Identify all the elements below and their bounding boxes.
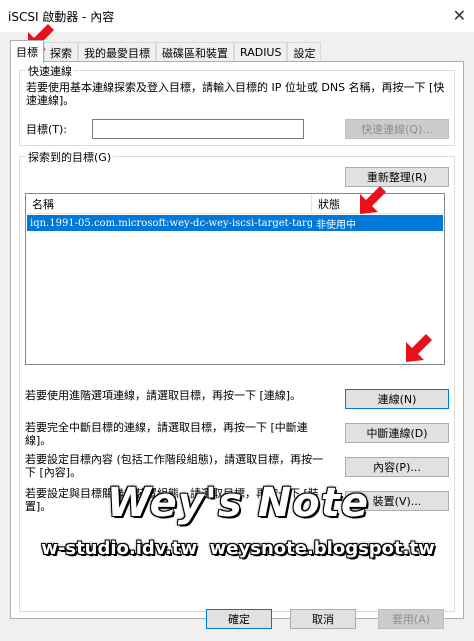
- quick-connect-description: 若要使用基本連線探索及登入目標，請輸入目標的 IP 位址或 DNS 名稱，再按一…: [26, 81, 445, 107]
- connect-button[interactable]: 連線(N): [345, 389, 449, 409]
- quick-connect-group: 快速連線 若要使用基本連線探索及登入目標，請輸入目標的 IP 位址或 DNS 名…: [19, 63, 455, 146]
- tab-favorite-targets[interactable]: 我的最愛目標: [78, 42, 156, 62]
- ok-button[interactable]: 確定: [206, 609, 272, 629]
- properties-description: 若要設定目標內容 (包括工作階段組態)，請選取目標，再按一下 [內容]。: [25, 453, 324, 479]
- column-header-name[interactable]: 名稱: [26, 194, 312, 214]
- arrow-icon: [406, 334, 432, 362]
- cancel-button[interactable]: 取消: [290, 609, 356, 629]
- quick-connect-legend: 快速連線: [26, 63, 74, 79]
- tab-targets[interactable]: 目標: [10, 40, 44, 63]
- apply-button[interactable]: 套用(A): [378, 609, 444, 629]
- targets-tab-panel: 快速連線 若要使用基本連線探索及登入目標，請輸入目標的 IP 位址或 DNS 名…: [10, 61, 464, 619]
- tab-radius[interactable]: RADIUS: [234, 42, 288, 62]
- arrow-icon: [360, 186, 386, 214]
- target-input[interactable]: [92, 119, 304, 139]
- connect-description: 若要使用進階選項連線，請選取目標，再按一下 [連線]。: [25, 389, 302, 402]
- target-label: 目標(T):: [26, 123, 68, 136]
- disconnect-button[interactable]: 中斷連線(D): [345, 423, 449, 443]
- watermark-urls: w-studio.idv.tw weysnote.blogspot.tw: [41, 538, 435, 559]
- properties-button[interactable]: 內容(P)...: [345, 457, 449, 477]
- tab-configuration[interactable]: 設定: [287, 42, 322, 62]
- close-icon[interactable]: ✕: [453, 6, 466, 25]
- target-name-cell: iqn.1991-05.com.microsoft:wey-dc-wey-isc…: [30, 217, 312, 229]
- watermark-title: Wey's Note: [107, 480, 369, 526]
- quick-connect-button[interactable]: 快速連線(Q)...: [345, 119, 449, 139]
- title-bar: iSCSI 啟動器 - 內容 ✕: [0, 0, 474, 32]
- target-status-cell: 非使用中: [316, 219, 356, 231]
- disconnect-description: 若要完全中斷目標的連線，請選取目標，再按一下 [中斷連線]。: [25, 421, 308, 447]
- tab-volumes-devices[interactable]: 磁碟區和裝置: [156, 42, 234, 62]
- discovered-targets-legend: 探索到的目標(G): [26, 149, 114, 165]
